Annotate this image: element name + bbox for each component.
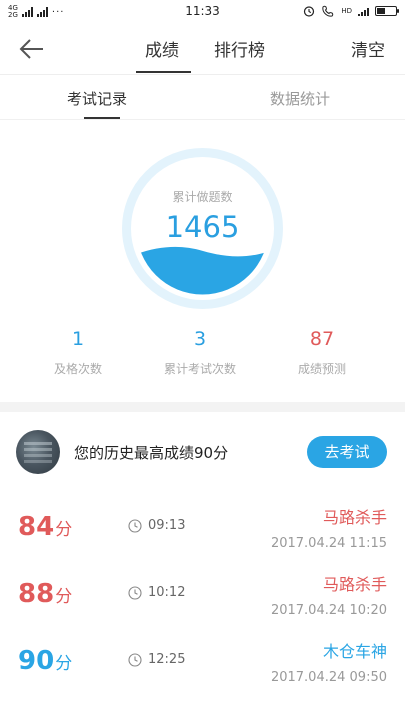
exam-record-row[interactable]: 84分 09:13 马路杀手 2017.04.24 11:15 — [0, 494, 405, 560]
clock-icon — [128, 585, 142, 600]
stat-label: 及格次数 — [53, 362, 102, 376]
stat-value: 1 — [71, 328, 85, 350]
clear-button[interactable]: 清空 — [351, 36, 385, 61]
record-duration: 09:13 — [128, 518, 185, 533]
score-page: 4G 2G ··· 11:33 HD 成绩 排行榜 清空 考试记录 数据统计 累… — [0, 0, 405, 720]
stat-label: 成绩预测 — [297, 362, 346, 376]
subtab-exam-records[interactable]: 考试记录 — [67, 88, 127, 109]
alarm-icon — [304, 6, 315, 17]
clock-icon — [128, 518, 142, 533]
stat-label: 累计考试次数 — [163, 362, 236, 376]
record-meta: 马路杀手 2017.04.24 11:15 — [271, 504, 387, 551]
subtab-indicator — [84, 117, 120, 119]
hd-label: HD — [341, 7, 352, 15]
wifi-signal-icon — [358, 6, 369, 16]
score-unit: 分 — [55, 654, 73, 674]
duration-text: 09:13 — [148, 518, 186, 533]
record-score: 84分 — [18, 512, 72, 542]
record-title: 马路杀手 — [322, 508, 387, 527]
status-right: HD — [303, 5, 399, 17]
gauge-value: 1465 — [165, 210, 240, 244]
status-bar: 4G 2G ··· 11:33 HD — [0, 0, 405, 24]
record-date: 2017.04.24 09:50 — [270, 670, 387, 685]
score-unit: 分 — [55, 520, 73, 540]
subtab-data-stats[interactable]: 数据统计 — [270, 88, 330, 109]
best-score-text: 您的历史最高成绩90分 — [74, 444, 229, 462]
section-divider — [0, 402, 405, 412]
score-unit: 分 — [55, 587, 73, 607]
tab-ranking[interactable]: 排行榜 — [214, 36, 265, 61]
score-number: 84 — [18, 512, 55, 542]
stat-value: 3 — [193, 328, 207, 350]
take-exam-button[interactable]: 去考试 — [307, 436, 387, 468]
exam-record-row[interactable]: 90分 12:25 木仓车神 2017.04.24 09:50 — [0, 628, 405, 694]
duration-text: 12:25 — [148, 652, 186, 667]
record-date: 2017.04.24 11:15 — [270, 536, 387, 551]
active-tab-indicator — [136, 71, 191, 73]
back-arrow-icon[interactable] — [16, 36, 46, 62]
record-date: 2017.04.24 10:20 — [270, 603, 387, 618]
record-duration: 10:12 — [128, 585, 185, 600]
stat-pass-count: 1 及格次数 — [18, 328, 138, 377]
score-number: 88 — [18, 579, 55, 609]
gauge-label: 累计做题数 — [172, 190, 233, 204]
stat-value: 87 — [309, 328, 335, 350]
clock-icon — [128, 652, 142, 667]
record-score: 88分 — [18, 579, 72, 609]
record-title: 马路杀手 — [322, 575, 387, 594]
score-number: 90 — [18, 646, 55, 676]
exam-record-row[interactable]: 88分 10:12 马路杀手 2017.04.24 10:20 — [0, 561, 405, 627]
stat-score-prediction: 87 成绩预测 — [262, 328, 382, 377]
top-nav: 成绩 排行榜 清空 — [0, 24, 405, 75]
tab-score[interactable]: 成绩 — [145, 36, 179, 61]
duration-text: 10:12 — [148, 585, 186, 600]
stat-exam-count: 3 累计考试次数 — [140, 328, 260, 377]
record-meta: 马路杀手 2017.04.24 10:20 — [271, 571, 387, 618]
record-title: 木仓车神 — [322, 642, 387, 661]
record-meta: 木仓车神 2017.04.24 09:50 — [271, 638, 387, 685]
battery-icon — [375, 6, 399, 16]
phone-hd-icon — [322, 5, 334, 17]
avatar — [16, 430, 60, 474]
record-duration: 12:25 — [128, 652, 185, 667]
best-score-row: 您的历史最高成绩90分 去考试 — [0, 412, 405, 492]
record-score: 90分 — [18, 646, 72, 676]
sub-tabs: 考试记录 数据统计 — [0, 75, 405, 120]
